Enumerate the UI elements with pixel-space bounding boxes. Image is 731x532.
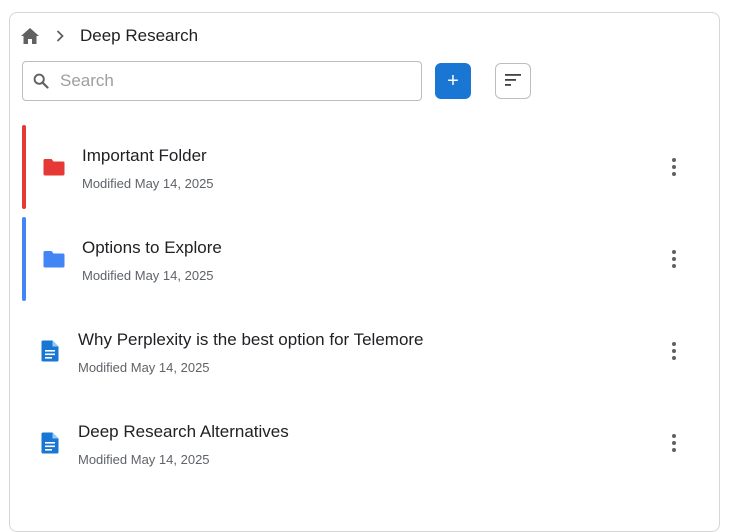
item-title: Deep Research Alternatives xyxy=(78,422,289,441)
folder-icon xyxy=(42,249,66,269)
document-icon xyxy=(40,339,60,363)
more-options-icon[interactable] xyxy=(662,431,686,455)
document-icon xyxy=(40,431,60,455)
breadcrumb-current[interactable]: Deep Research xyxy=(80,26,198,46)
item-modified: Modified May 14, 2025 xyxy=(82,268,214,283)
home-icon[interactable] xyxy=(20,26,40,46)
list-item[interactable]: Deep Research Alternatives Modified May … xyxy=(22,401,702,485)
breadcrumb: Deep Research xyxy=(20,25,198,47)
sort-icon xyxy=(505,73,521,89)
add-button[interactable]: + xyxy=(435,63,471,99)
file-list: Important Folder Modified May 14, 2025 O… xyxy=(22,125,702,493)
more-options-icon[interactable] xyxy=(662,339,686,363)
search-input[interactable] xyxy=(58,70,402,92)
sort-button[interactable] xyxy=(495,63,531,99)
list-item[interactable]: Options to Explore Modified May 14, 2025 xyxy=(22,217,702,301)
accent-bar xyxy=(22,217,26,301)
folder-icon xyxy=(42,157,66,177)
item-modified: Modified May 14, 2025 xyxy=(82,176,214,191)
more-options-icon[interactable] xyxy=(662,247,686,271)
item-modified: Modified May 14, 2025 xyxy=(78,452,210,467)
chevron-right-icon xyxy=(56,26,68,46)
item-title: Options to Explore xyxy=(82,238,222,257)
item-title: Why Perplexity is the best option for Te… xyxy=(78,330,424,349)
more-options-icon[interactable] xyxy=(662,155,686,179)
item-title: Important Folder xyxy=(82,146,207,165)
search-icon xyxy=(33,73,49,89)
item-modified: Modified May 14, 2025 xyxy=(78,360,210,375)
accent-bar xyxy=(22,125,26,209)
search-box[interactable] xyxy=(22,61,422,101)
list-item[interactable]: Important Folder Modified May 14, 2025 xyxy=(22,125,702,209)
list-item[interactable]: Why Perplexity is the best option for Te… xyxy=(22,309,702,393)
